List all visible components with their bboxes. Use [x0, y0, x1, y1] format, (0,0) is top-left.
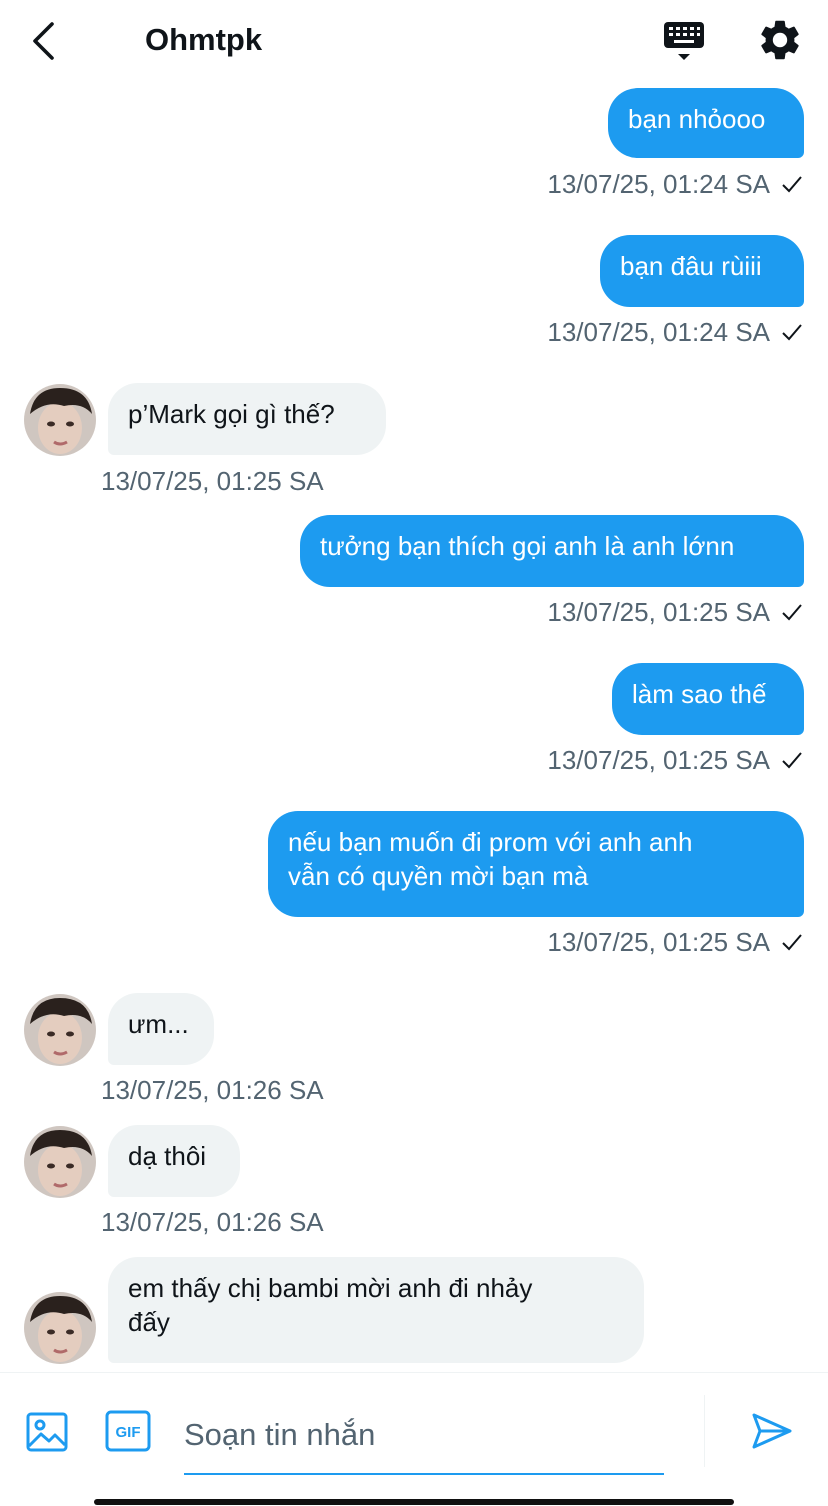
gif-icon: GIF: [105, 1410, 151, 1452]
message-timestamp: 13/07/25, 01:25 SA: [547, 596, 804, 628]
chat-header: Ohmtpk: [0, 0, 828, 82]
avatar-photo: [24, 994, 96, 1066]
checkmark-icon: [782, 176, 802, 193]
avatar[interactable]: [24, 384, 96, 456]
outgoing-message-bubble[interactable]: tưởng bạn thích gọi anh là anh lớnn: [300, 515, 804, 587]
settings-button[interactable]: [756, 16, 804, 64]
chevron-left-icon: [33, 22, 54, 60]
message-timestamp: 13/07/25, 01:24 SA: [547, 316, 804, 348]
send-icon: [752, 1413, 792, 1449]
outgoing-message-bubble[interactable]: nếu bạn muốn đi prom với anh anh vẫn có …: [268, 811, 804, 917]
message-timestamp: 13/07/25, 01:24 SA: [547, 168, 804, 200]
avatar[interactable]: [24, 1126, 96, 1198]
keyboard-icon: [664, 22, 704, 60]
message-timestamp: 13/07/25, 01:25 SA: [547, 744, 804, 776]
avatar-photo: [24, 1292, 96, 1364]
message-timestamp: 13/07/25, 01:25 SA: [547, 926, 804, 958]
checkmark-icon: [782, 934, 802, 951]
composer-divider: [704, 1395, 705, 1467]
add-image-button[interactable]: [24, 1409, 70, 1455]
message-timestamp: 13/07/25, 01:26 SA: [101, 1075, 324, 1105]
message-composer: GIF: [0, 1372, 828, 1506]
send-button[interactable]: [748, 1407, 796, 1455]
avatar-photo: [24, 1126, 96, 1198]
keyboard-button[interactable]: [660, 18, 708, 64]
incoming-message-bubble[interactable]: dạ thôi: [108, 1125, 240, 1197]
outgoing-message-bubble[interactable]: làm sao thế: [612, 663, 804, 735]
checkmark-icon: [782, 752, 802, 769]
back-button[interactable]: [22, 18, 68, 64]
image-icon: [26, 1412, 68, 1452]
avatar[interactable]: [24, 994, 96, 1066]
home-indicator: [94, 1499, 734, 1505]
message-input[interactable]: [184, 1397, 664, 1475]
incoming-message-bubble[interactable]: em thấy chị bambi mời anh đi nhảy đấy: [108, 1257, 644, 1363]
outgoing-message-bubble[interactable]: bạn đâu rùiii: [600, 235, 804, 307]
avatar[interactable]: [24, 1292, 96, 1364]
conversation-title[interactable]: Ohmtpk: [145, 20, 262, 60]
gif-label: GIF: [116, 1424, 141, 1441]
message-timestamp: 13/07/25, 01:25 SA: [101, 466, 324, 496]
gear-icon: [761, 20, 799, 60]
message-timestamp: 13/07/25, 01:26 SA: [101, 1207, 324, 1237]
avatar-photo: [24, 384, 96, 456]
checkmark-icon: [782, 604, 802, 621]
incoming-message-bubble[interactable]: ưm...: [108, 993, 214, 1065]
checkmark-icon: [782, 324, 802, 341]
add-gif-button[interactable]: GIF: [104, 1407, 152, 1455]
incoming-message-bubble[interactable]: p’Mark gọi gì thế?: [108, 383, 386, 455]
outgoing-message-bubble[interactable]: bạn nhỏooo: [608, 88, 804, 158]
